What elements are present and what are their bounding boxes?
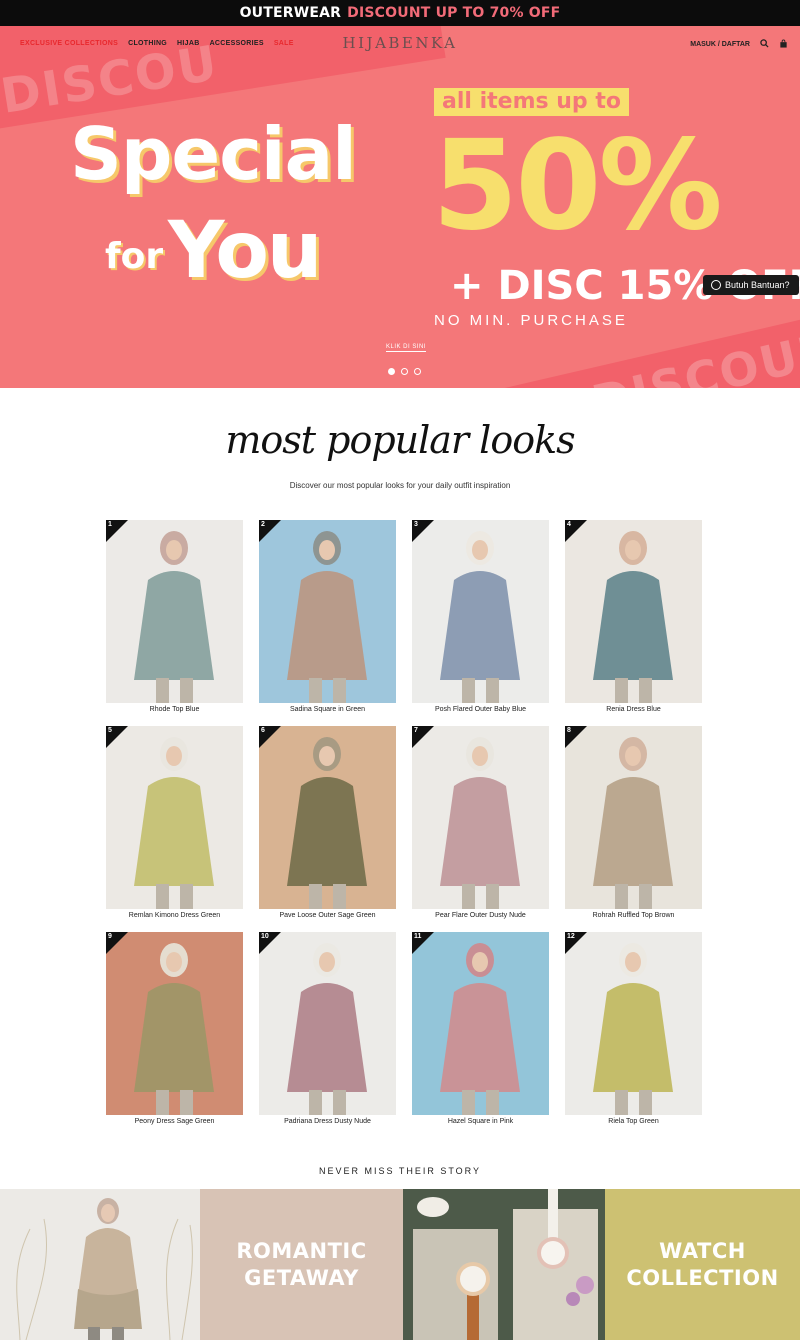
story-tile-romantic-getaway[interactable]: ROMANTIC GETAWAY (200, 1189, 403, 1340)
carousel-dots (388, 368, 421, 375)
rank-number: 6 (261, 727, 265, 734)
help-chat-button[interactable]: Butuh Bantuan? (703, 275, 799, 295)
story-tile-model[interactable] (0, 1189, 200, 1340)
product-name[interactable]: Sadina Square in Green (259, 706, 396, 713)
product-card[interactable]: 4 Renia Dress Blue (565, 520, 702, 713)
product-image[interactable]: 12 (565, 932, 702, 1115)
watch-collection-label: WATCH COLLECTION (626, 1239, 779, 1290)
watches-photo-illustration (403, 1189, 605, 1340)
model-illustration (440, 531, 520, 703)
announcement-bar[interactable]: OUTERWEAR DISCOUNT UP TO 70% OFF (0, 0, 800, 26)
product-card[interactable]: 10 Padriana Dress Dusty Nude (259, 932, 396, 1125)
product-name[interactable]: Rhode Top Blue (106, 706, 243, 713)
nav-right: MASUK / DAFTAR (690, 39, 788, 50)
hero-items-tag: all items up to (434, 88, 629, 117)
popular-title: most popular looks (225, 418, 575, 462)
model-illustration (287, 943, 367, 1115)
product-name[interactable]: Renia Dress Blue (565, 706, 702, 713)
rank-number: 9 (108, 933, 112, 940)
account-link[interactable]: MASUK / DAFTAR (690, 41, 750, 48)
model-illustration (287, 737, 367, 909)
hero-for-text: for (105, 236, 164, 277)
story-row: ROMANTIC GETAWAY WATCH COLLECTION (0, 1189, 800, 1340)
model-illustration (593, 531, 673, 703)
product-name[interactable]: Peony Dress Sage Green (106, 1118, 243, 1125)
product-card[interactable]: 3 Posh Flared Outer Baby Blue (412, 520, 549, 713)
model-illustration (134, 531, 214, 703)
rank-number: 5 (108, 727, 112, 734)
product-image[interactable]: 6 (259, 726, 396, 909)
rank-number: 8 (567, 727, 571, 734)
product-card[interactable]: 1 Rhode Top Blue (106, 520, 243, 713)
product-name[interactable]: Rohrah Ruffled Top Brown (565, 912, 702, 919)
hero-banner[interactable]: DISCOU DISCOUN Special for You all items… (0, 26, 800, 388)
model-illustration (593, 943, 673, 1115)
rank-number: 12 (567, 933, 575, 940)
hero-no-min: NO MIN. PURCHASE (434, 312, 628, 329)
product-card[interactable]: 5 Remlan Kimono Dress Green (106, 726, 243, 919)
product-card[interactable]: 8 Rohrah Ruffled Top Brown (565, 726, 702, 919)
product-image[interactable]: 10 (259, 932, 396, 1115)
product-name[interactable]: Pave Loose Outer Sage Green (259, 912, 396, 919)
product-image[interactable]: 3 (412, 520, 549, 703)
popular-subtitle: Discover our most popular looks for your… (289, 481, 511, 490)
model-illustration (134, 737, 214, 909)
product-name[interactable]: Hazel Square in Pink (412, 1118, 549, 1125)
product-card[interactable]: 11 Hazel Square in Pink (412, 932, 549, 1125)
rank-number: 7 (414, 727, 418, 734)
carousel-dot-3[interactable] (414, 368, 421, 375)
announcement-category: OUTERWEAR (239, 5, 342, 21)
product-card[interactable]: 6 Pave Loose Outer Sage Green (259, 726, 396, 919)
site-logo[interactable]: HIJABENKA (0, 34, 800, 52)
product-card[interactable]: 7 Pear Flare Outer Dusty Nude (412, 726, 549, 919)
model-illustration (593, 737, 673, 909)
product-card[interactable]: 2 Sadina Square in Green (259, 520, 396, 713)
story-title: NEVER MISS THEIR STORY (318, 1166, 482, 1176)
rank-number: 1 (108, 521, 112, 528)
story-tile-watches[interactable] (403, 1189, 605, 1340)
product-image[interactable]: 9 (106, 932, 243, 1115)
help-chat-label: Butuh Bantuan? (725, 280, 790, 290)
product-name[interactable]: Pear Flare Outer Dusty Nude (412, 912, 549, 919)
product-image[interactable]: 11 (412, 932, 549, 1115)
romantic-getaway-label: ROMANTIC GETAWAY (236, 1239, 367, 1290)
model-illustration (134, 943, 214, 1115)
product-name[interactable]: Remlan Kimono Dress Green (106, 912, 243, 919)
product-card[interactable]: 12 Riela Top Green (565, 932, 702, 1125)
product-image[interactable]: 5 (106, 726, 243, 909)
search-icon[interactable] (760, 39, 769, 50)
model-illustration (440, 943, 520, 1115)
main-nav: EXCLUSIVE COLLECTIONS CLOTHING HIJAB ACCESS… (0, 26, 800, 60)
hero-cta-link[interactable]: KLIK DI SINI (386, 344, 427, 352)
product-name[interactable]: Posh Flared Outer Baby Blue (412, 706, 549, 713)
product-image[interactable]: 4 (565, 520, 702, 703)
story-tile-watch-collection[interactable]: WATCH COLLECTION (605, 1189, 800, 1340)
product-name[interactable]: Riela Top Green (565, 1118, 702, 1125)
popular-grid: 1 Rhode Top Blue 2 Sadina Square in Green 3 P… (106, 520, 703, 1130)
whatsapp-icon (711, 280, 721, 290)
announcement-offer: DISCOUNT UP TO 70% OFF (347, 5, 561, 21)
hero-percent: 50% (432, 114, 723, 258)
rank-number: 10 (261, 933, 269, 940)
hero-special-text: Special (70, 112, 357, 196)
bag-icon[interactable] (779, 39, 788, 50)
carousel-dot-1[interactable] (388, 368, 395, 375)
product-image[interactable]: 8 (565, 726, 702, 909)
model-photo-illustration (16, 1198, 193, 1340)
model-illustration (440, 737, 520, 909)
rank-number: 4 (567, 521, 571, 528)
model-illustration (287, 531, 367, 703)
product-name[interactable]: Padriana Dress Dusty Nude (259, 1118, 396, 1125)
rank-number: 3 (414, 521, 418, 528)
product-image[interactable]: 2 (259, 520, 396, 703)
rank-number: 11 (414, 933, 422, 940)
product-image[interactable]: 7 (412, 726, 549, 909)
product-card[interactable]: 9 Peony Dress Sage Green (106, 932, 243, 1125)
rank-number: 2 (261, 521, 265, 528)
hero-you-text: You (168, 206, 322, 296)
carousel-dot-2[interactable] (401, 368, 408, 375)
product-image[interactable]: 1 (106, 520, 243, 703)
